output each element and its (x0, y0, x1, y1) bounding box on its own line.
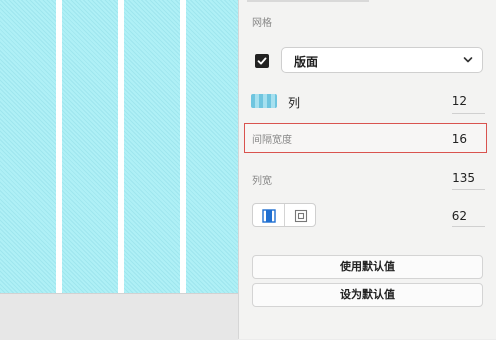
columns-input[interactable]: 12 (439, 94, 467, 108)
column-width-input-underline (452, 189, 485, 190)
artboard-grid-preview (0, 0, 238, 293)
offset-input[interactable]: 62 (439, 209, 467, 223)
set-default-button[interactable]: 设为默认值 (252, 283, 483, 307)
alignment-segmented-control (252, 203, 316, 227)
segment-divider (284, 204, 285, 226)
center-option[interactable] (294, 208, 308, 227)
grid-column (62, 0, 118, 293)
chevron-down-icon (463, 57, 473, 63)
checkmark-icon (257, 57, 267, 65)
gutter-width-input[interactable]: 16 (439, 132, 467, 146)
gutter-width-label: 间隔宽度 (252, 135, 292, 146)
tab-indicator (247, 0, 369, 2)
canvas-background (0, 293, 238, 340)
columns-input-underline (452, 113, 485, 114)
section-title: 网格 (252, 18, 272, 29)
column-width-input[interactable]: 135 (439, 171, 475, 185)
grid-column (0, 0, 56, 293)
column-width-label: 列宽 (252, 176, 272, 187)
columns-label: 列 (288, 96, 301, 110)
offset-input-underline (452, 226, 485, 227)
column-fill-icon (262, 209, 276, 223)
centered-square-icon (294, 209, 308, 223)
stretch-option[interactable] (262, 208, 276, 227)
grid-type-select[interactable]: 版面 (281, 47, 483, 73)
grid-settings-panel: 网格 版面 列 12 间隔宽度 16 列宽 135 62 使用默认值 设为默认值 (238, 0, 496, 339)
grid-column (124, 0, 180, 293)
grid-type-select-value: 版面 (294, 55, 319, 69)
canvas[interactable] (0, 0, 238, 340)
grid-column (186, 0, 238, 293)
use-default-button[interactable]: 使用默认值 (252, 255, 483, 279)
layout-grid-checkbox[interactable] (255, 54, 269, 68)
column-grid-icon (251, 94, 277, 108)
